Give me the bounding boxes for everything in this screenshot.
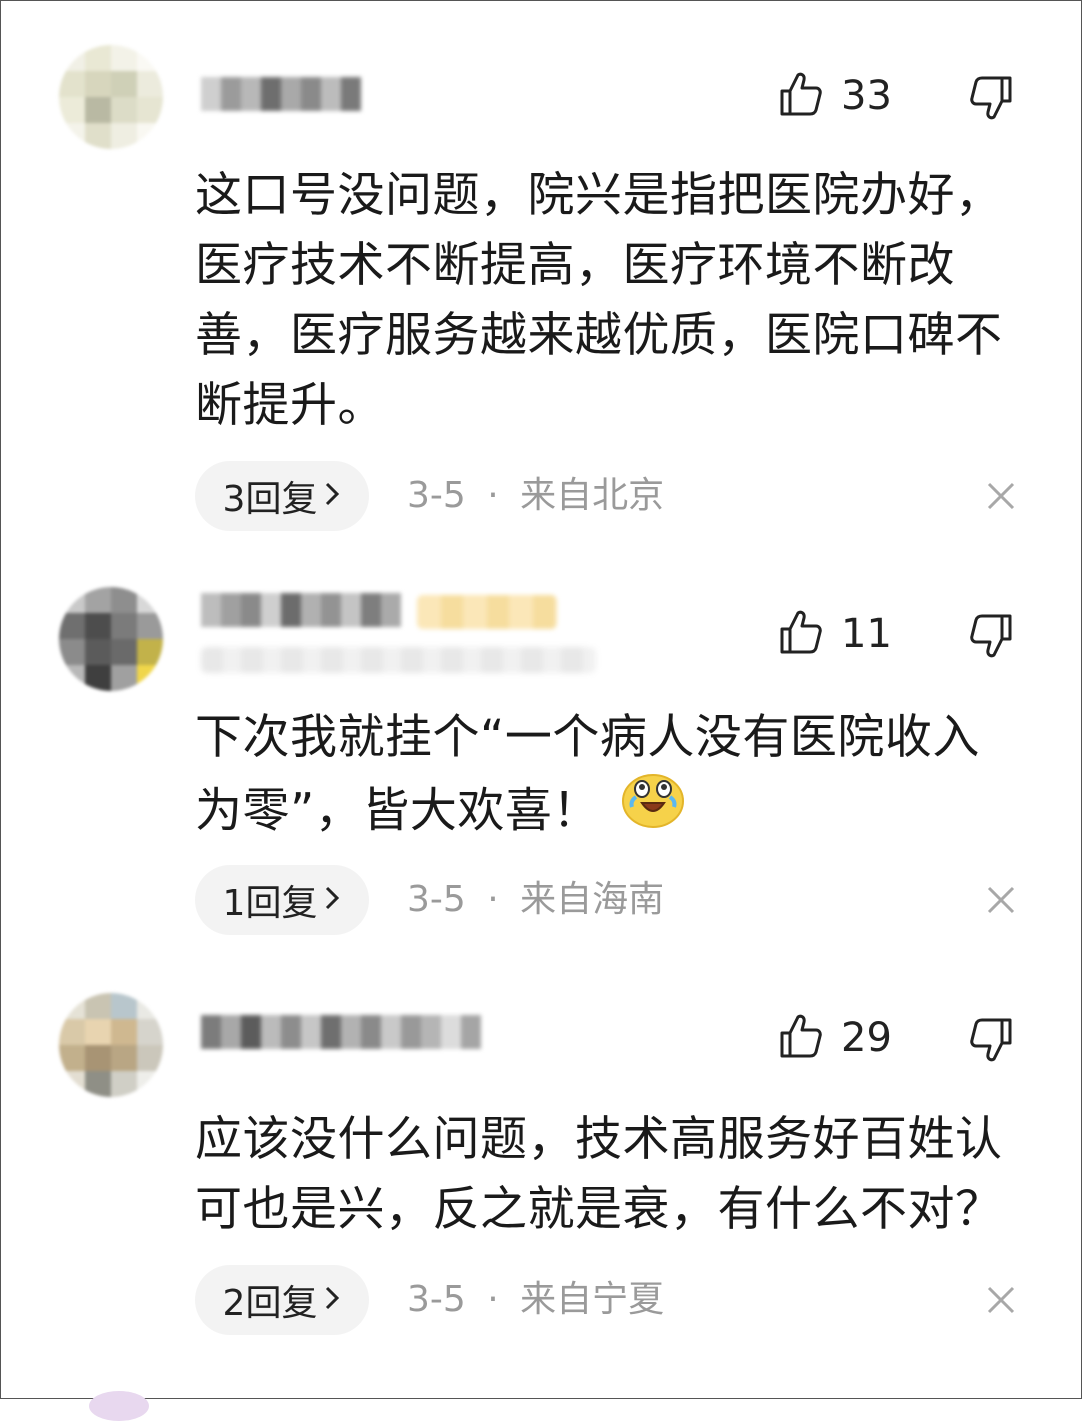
comment-date: 3-5 [407,475,466,516]
thumbs-down-icon[interactable] [969,75,1013,125]
comment-date: 3-5 [407,1279,466,1320]
like-count: 33 [841,73,892,119]
username-redacted[interactable] [183,77,363,117]
comment-text: 应该没什么问题，技术高服务好百姓认可也是兴，反之就是衰，有什么不对？ [195,1112,1003,1237]
avatar[interactable] [59,587,163,691]
laugh-cry-emoji-icon [620,767,686,849]
chevron-right-icon [323,880,341,920]
avatar[interactable] [59,45,163,149]
comment-text: 下次我就挂个“一个病人没有医院收入为零”，皆大欢喜！ [195,703,1025,855]
reply-button[interactable]: 2回复 [195,1265,369,1335]
chevron-right-icon [323,1280,341,1320]
thumbs-up-icon [779,609,823,659]
user-badge-redacted [417,595,557,629]
like-count: 29 [841,1015,892,1061]
comment-meta: 3-5 · 来自北京 [407,461,664,531]
reply-label: 2回复 [222,1283,318,1324]
username-redacted[interactable] [183,593,403,633]
reply-label: 1回复 [222,883,318,924]
close-icon[interactable] [985,1284,1017,1316]
comment-location: 来自海南 [520,879,665,920]
next-avatar-partial [89,1391,149,1421]
reply-button[interactable]: 3回复 [195,461,369,531]
user-subtitle-redacted [201,647,596,673]
meta-separator: · [487,475,499,516]
thumbs-up-icon [779,1013,823,1063]
comment-text-content: 下次我就挂个“一个病人没有医院收入为零”，皆大欢喜！ [195,710,980,839]
reply-label: 3回复 [222,479,318,520]
comment-date: 3-5 [407,879,466,920]
comment-text: 这口号没问题，院兴是指把医院办好，医疗技术不断提高，医疗环境不断改善，医疗服务越… [195,168,1003,433]
close-icon[interactable] [985,480,1017,512]
close-icon[interactable] [985,884,1017,916]
username-redacted[interactable] [183,1015,503,1055]
thumbs-down-icon[interactable] [969,613,1013,663]
comment-location: 来自宁夏 [520,1279,665,1320]
comment-meta: 3-5 · 来自宁夏 [407,1265,664,1335]
comment-meta: 3-5 · 来自海南 [407,865,664,935]
thumbs-down-icon[interactable] [969,1017,1013,1067]
meta-separator: · [487,879,499,920]
thumbs-up-icon [779,71,823,121]
comment-location: 来自北京 [520,475,665,516]
avatar[interactable] [59,993,163,1097]
like-button[interactable]: 29 [779,1013,892,1063]
like-button[interactable]: 11 [779,609,892,659]
like-button[interactable]: 33 [779,71,892,121]
chevron-right-icon [323,476,341,516]
meta-separator: · [487,1279,499,1320]
reply-button[interactable]: 1回复 [195,865,369,935]
like-count: 11 [841,611,892,657]
